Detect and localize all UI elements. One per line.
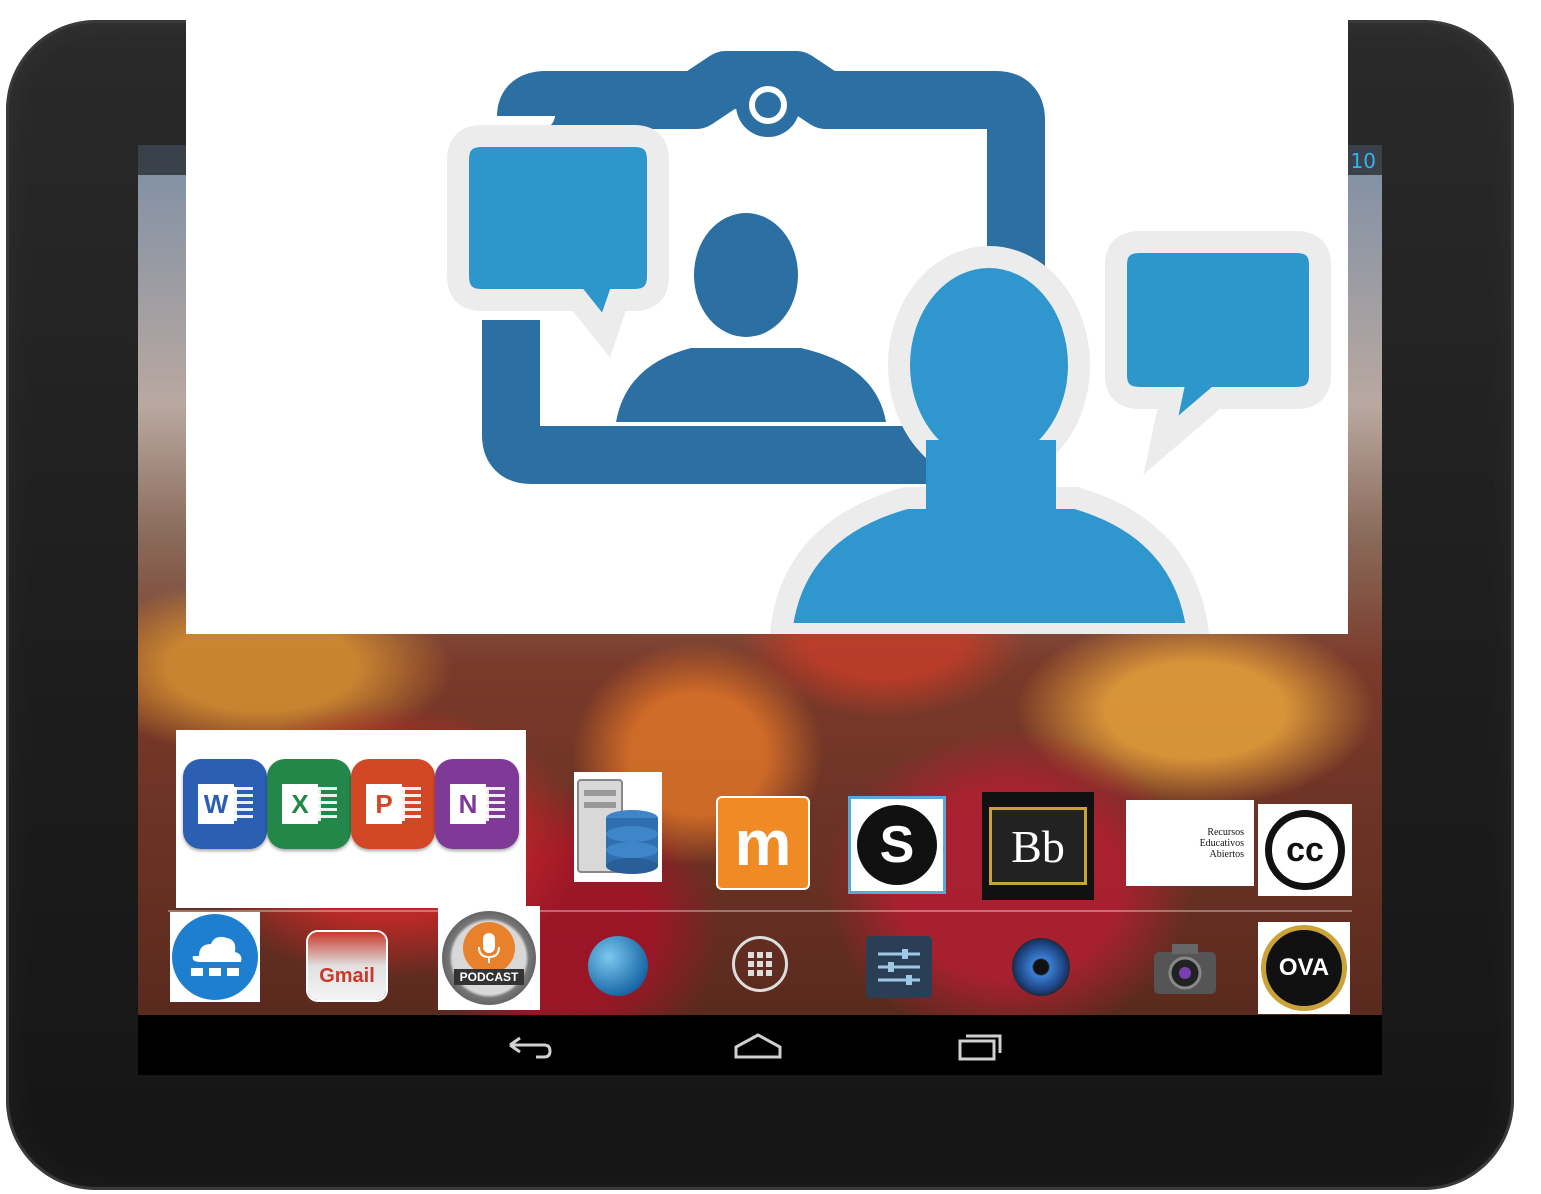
videoconference-banner [186, 20, 1348, 634]
moodle-letter: m [734, 807, 792, 879]
app-drawer-icon[interactable] [730, 934, 790, 994]
word-lines [234, 787, 253, 821]
word-icon: W [183, 759, 267, 849]
powerpoint-icon: P [351, 759, 435, 849]
ova-icon[interactable]: OVA [1258, 922, 1350, 1014]
speaker-icon[interactable] [1010, 936, 1072, 998]
excel-letter: X [282, 784, 318, 824]
dock-divider [168, 910, 1352, 912]
home-icon[interactable] [728, 1029, 788, 1063]
creative-commons-icon[interactable]: cc [1258, 804, 1352, 896]
onenote-letter: N [450, 784, 486, 824]
office-suite-tile[interactable]: W X P N [176, 730, 526, 908]
moodle-icon[interactable]: m [716, 796, 810, 890]
rea-line-2: Educativos [1199, 837, 1244, 849]
videoconference-icon [447, 51, 1331, 634]
blackboard-icon[interactable]: Bb [982, 792, 1094, 900]
podcast-label: PODCAST [453, 969, 525, 985]
gmail-label: Gmail [319, 964, 375, 987]
camera-icon[interactable] [1150, 940, 1220, 998]
powerpoint-letter: P [366, 784, 402, 824]
cc-letter: cc [1286, 830, 1324, 869]
navigation-bar [138, 1015, 1382, 1075]
word-letter: W [198, 784, 234, 824]
rea-line-3: Abiertos [1209, 848, 1244, 860]
onenote-lines [486, 787, 505, 821]
status-clock: 10 [1350, 149, 1376, 173]
onenote-icon: N [435, 759, 519, 849]
blackboard-letter: Bb [1011, 820, 1065, 872]
cloud-network-icon[interactable] [170, 912, 260, 1002]
gmail-icon[interactable]: Gmail [308, 932, 386, 1000]
settings-sliders-icon[interactable] [866, 936, 932, 998]
rea-icon[interactable]: Recursos Educativos Abiertos [1126, 800, 1254, 886]
powerpoint-lines [402, 787, 421, 821]
database-server-icon[interactable] [574, 772, 662, 882]
recents-icon[interactable] [950, 1029, 1010, 1063]
excel-lines [318, 787, 337, 821]
podcast-icon[interactable]: PODCAST [438, 906, 540, 1010]
back-icon[interactable] [500, 1029, 560, 1063]
schoology-icon[interactable]: S [848, 796, 946, 894]
globe-icon[interactable] [586, 934, 650, 998]
schoology-letter: S [879, 816, 915, 874]
rea-line-1: Recursos [1207, 826, 1244, 838]
excel-icon: X [267, 759, 351, 849]
ova-label: OVA [1278, 954, 1330, 981]
